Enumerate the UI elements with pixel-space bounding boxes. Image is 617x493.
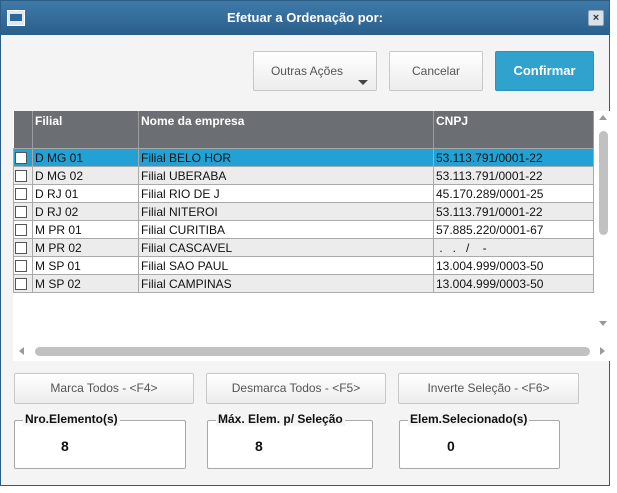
cell-nome: Filial CASCAVEL	[138, 238, 434, 257]
selected-count-label: Elem.Selecionado(s)	[408, 412, 530, 426]
cell-nome: Filial NITEROI	[138, 202, 434, 221]
header-check-column	[13, 111, 33, 149]
row-checkbox-cell	[13, 166, 33, 185]
row-checkbox-cell	[13, 202, 33, 221]
company-table: Filial Nome da empresa CNPJ D MG 01 Fili…	[13, 111, 594, 293]
cancel-button[interactable]: Cancelar	[389, 51, 483, 91]
table-row[interactable]: M PR 01 Filial CURITIBA 57.885.220/0001-…	[13, 220, 594, 239]
vertical-scroll-thumb[interactable]	[599, 131, 608, 235]
row-checkbox[interactable]	[15, 278, 27, 291]
vertical-scrollbar[interactable]	[596, 111, 610, 344]
dialog-title: Efetuar a Ordenação por:	[226, 10, 384, 25]
table-header-row: Filial Nome da empresa CNPJ	[13, 111, 594, 149]
row-checkbox-cell	[13, 238, 33, 257]
row-checkbox[interactable]	[15, 188, 27, 201]
header-filial[interactable]: Filial	[32, 111, 139, 149]
toolbar: Outras Ações Cancelar Confirmar	[1, 35, 609, 105]
chevron-down-icon	[358, 80, 368, 85]
cell-cnpj: 53.113.791/0001-22	[433, 166, 594, 185]
row-checkbox-cell	[13, 220, 33, 239]
other-actions-button[interactable]: Outras Ações	[253, 51, 377, 91]
row-checkbox-cell	[13, 148, 33, 167]
company-grid: Filial Nome da empresa CNPJ D MG 01 Fili…	[13, 111, 610, 361]
scroll-right-icon[interactable]	[600, 347, 605, 355]
row-checkbox-cell	[13, 256, 33, 275]
cell-filial: D RJ 02	[32, 202, 139, 221]
cell-nome: Filial RIO DE J	[138, 184, 434, 203]
row-checkbox-cell	[13, 184, 33, 203]
header-cnpj[interactable]: CNPJ	[433, 111, 594, 149]
cell-filial: M SP 01	[32, 256, 139, 275]
unmark-all-button[interactable]: Desmarca Todos - <F5>	[206, 373, 386, 404]
table-row[interactable]: D RJ 01 Filial RIO DE J 45.170.289/0001-…	[13, 184, 594, 203]
title-bar: Efetuar a Ordenação por: ×	[1, 1, 609, 35]
cell-cnpj: 13.004.999/0003-50	[433, 274, 594, 293]
selected-count-value: 0	[447, 438, 455, 454]
mark-all-button[interactable]: Marca Todos - <F4>	[14, 373, 194, 404]
row-checkbox[interactable]	[15, 242, 27, 255]
selected-count-box: Elem.Selecionado(s) 0	[399, 412, 560, 469]
scroll-down-icon[interactable]	[599, 321, 607, 326]
row-checkbox[interactable]	[15, 152, 27, 165]
cell-filial: M PR 01	[32, 220, 139, 239]
row-checkbox[interactable]	[15, 206, 27, 219]
table-row[interactable]: D MG 02 Filial UBERABA 53.113.791/0001-2…	[13, 166, 594, 185]
cell-nome: Filial BELO HOR	[138, 148, 434, 167]
cell-filial: D RJ 01	[32, 184, 139, 203]
confirm-button[interactable]: Confirmar	[495, 51, 594, 91]
table-row[interactable]: M PR 02 Filial CASCAVEL . . / -	[13, 238, 594, 257]
horizontal-scroll-thumb[interactable]	[35, 347, 590, 356]
header-nome-empresa[interactable]: Nome da empresa	[138, 111, 434, 149]
row-checkbox[interactable]	[15, 260, 27, 273]
cell-filial: D MG 02	[32, 166, 139, 185]
close-button[interactable]: ×	[588, 10, 604, 26]
element-count-box: Nro.Elemento(s) 8	[14, 412, 186, 469]
cell-cnpj: 53.113.791/0001-22	[433, 148, 594, 167]
table-row[interactable]: D MG 01 Filial BELO HOR 53.113.791/0001-…	[13, 148, 594, 167]
cell-cnpj: 13.004.999/0003-50	[433, 256, 594, 275]
cell-filial: M PR 02	[32, 238, 139, 257]
cell-cnpj: 45.170.289/0001-25	[433, 184, 594, 203]
element-count-value: 8	[61, 438, 69, 454]
max-selection-box: Máx. Elem. p/ Seleção 8	[207, 412, 373, 469]
element-count-label: Nro.Elemento(s)	[23, 412, 120, 426]
cell-filial: D MG 01	[32, 148, 139, 167]
cell-nome: Filial UBERABA	[138, 166, 434, 185]
cell-nome: Filial CURITIBA	[138, 220, 434, 239]
max-selection-value: 8	[255, 438, 263, 454]
scroll-up-icon[interactable]	[599, 115, 607, 120]
row-checkbox-cell	[13, 274, 33, 293]
cell-cnpj: 57.885.220/0001-67	[433, 220, 594, 239]
table-row[interactable]: M SP 01 Filial SAO PAUL 13.004.999/0003-…	[13, 256, 594, 275]
cell-nome: Filial CAMPINAS	[138, 274, 434, 293]
scroll-left-icon[interactable]	[19, 347, 24, 355]
cell-filial: M SP 02	[32, 274, 139, 293]
cell-nome: Filial SAO PAUL	[138, 256, 434, 275]
row-checkbox[interactable]	[15, 170, 27, 183]
row-checkbox[interactable]	[15, 224, 27, 237]
cell-cnpj: 53.113.791/0001-22	[433, 202, 594, 221]
cell-cnpj: . . / -	[433, 238, 594, 257]
invert-selection-button[interactable]: Inverte Seleção - <F6>	[398, 373, 579, 404]
table-row[interactable]: D RJ 02 Filial NITEROI 53.113.791/0001-2…	[13, 202, 594, 221]
sort-dialog: Efetuar a Ordenação por: × Outras Ações …	[0, 0, 610, 486]
other-actions-label: Outras Ações	[270, 64, 344, 78]
max-selection-label: Máx. Elem. p/ Seleção	[216, 412, 345, 426]
table-row[interactable]: M SP 02 Filial CAMPINAS 13.004.999/0003-…	[13, 274, 594, 293]
horizontal-scrollbar[interactable]	[13, 344, 610, 360]
